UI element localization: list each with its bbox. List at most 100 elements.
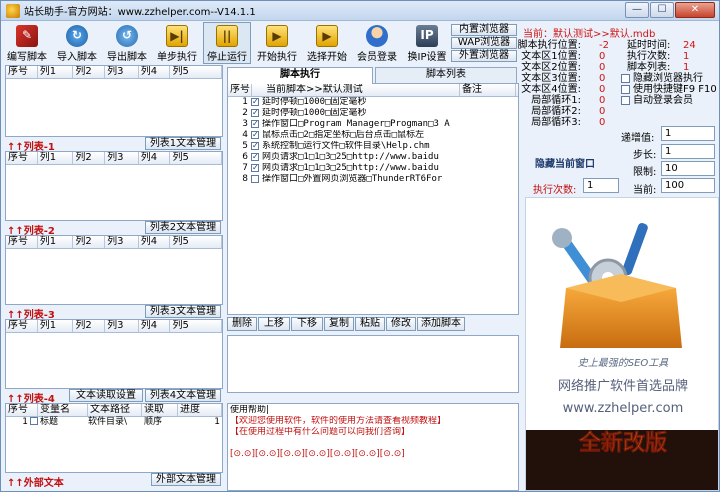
hide-browser-checkbox[interactable]: 隐藏浏览器执行 — [621, 73, 703, 84]
limit-label: 限制: — [633, 167, 657, 178]
window-title: 站长助手-官方网站：www.zzhelper.com--V14.1.1 — [24, 7, 256, 18]
edit-script-icon: ✎ — [16, 25, 38, 47]
text-read-settings-button[interactable]: 文本读取设置 — [69, 389, 143, 402]
step-run-button[interactable]: ▶| 单步执行 — [153, 22, 201, 64]
row-checkbox[interactable] — [251, 175, 259, 183]
current-input[interactable]: 100 — [661, 178, 715, 193]
list-1-manage-button[interactable]: 列表1文本管理 — [145, 137, 221, 150]
help-line: 【欢迎您使用软件，软件的使用方法请查看视频教程】 — [230, 416, 447, 426]
member-login-button[interactable]: 会员登录 — [353, 22, 401, 64]
wap-browser-button[interactable]: WAP浏览器 — [451, 37, 517, 49]
script-table[interactable]: 序号 当前脚本>>默认测试 备注 1延时停顿□1000□固定毫秒 2延时停顿□1… — [227, 83, 519, 315]
table-row[interactable]: 5系统控制□运行文件□软件目录\Help.chm — [228, 140, 518, 152]
current-label: 当前: — [633, 185, 657, 196]
maximize-button[interactable]: ☐ — [650, 2, 674, 18]
help-line — [230, 438, 516, 449]
step-input[interactable]: 1 — [661, 144, 715, 159]
builtin-browser-button[interactable]: 内置浏览器 — [451, 24, 517, 36]
row-checkbox[interactable] — [251, 96, 259, 107]
tab-script-exec[interactable]: 脚本执行 — [227, 67, 373, 84]
list-4-manage-button[interactable]: 列表4文本管理 — [145, 389, 221, 402]
table-row[interactable]: 1 标题 软件目录\ 顺序 1 — [6, 417, 222, 428]
start-button[interactable]: ▶ 开始执行 — [253, 22, 301, 64]
app-icon — [6, 3, 20, 18]
row-checkbox[interactable] — [251, 140, 259, 151]
script-panel: 脚本执行 脚本列表 序号 当前脚本>>默认测试 备注 1延时停顿□1000□固定… — [227, 67, 519, 393]
table-row[interactable]: 2延时停顿□1000□固定毫秒 — [228, 107, 518, 119]
list-panels: 序号 列1 列2 列3 列4 列5 ↑↑列表-1 列表1文本管理 序号 列1 列2 列3 列4 列5… — [5, 65, 223, 489]
ad-badge: 全新改版 — [578, 430, 667, 456]
row-checkbox[interactable] — [251, 162, 259, 173]
list-3-manage-button[interactable]: 列表3文本管理 — [145, 305, 221, 318]
title-bar[interactable]: 站长助手-官方网站：www.zzhelper.com--V14.1.1 — ☐ … — [1, 1, 719, 21]
export-script-button[interactable]: ↺ 导出脚本 — [103, 22, 151, 64]
hotkey-checkbox[interactable]: 使用快捷键F9 F10 — [621, 84, 717, 95]
table-row[interactable]: 8 操作窗口□外置网页浏览器□ThunderRT6For — [228, 174, 518, 185]
output-area[interactable] — [227, 335, 519, 393]
row-checkbox[interactable] — [251, 151, 259, 162]
limit-input[interactable]: 10 — [661, 161, 715, 176]
add-script-button[interactable]: 添加脚本 — [417, 317, 465, 331]
table-row[interactable]: 4鼠标点击□2□指定坐标□后台点击□鼠标左 — [228, 129, 518, 141]
play-icon: ▶ — [266, 25, 288, 47]
external-text-grid[interactable]: 序号 变量名 文本路径 读取 进度 1 标题 软件目录\ 顺序 1 — [5, 403, 223, 473]
import-script-button[interactable]: ↻ 导入脚本 — [53, 22, 101, 64]
current-script-label: 当前：默认测试>>默认.mdb — [523, 29, 656, 40]
increment-input[interactable]: 1 — [661, 126, 715, 141]
row-checkbox[interactable] — [30, 417, 38, 425]
modify-button[interactable]: 修改 — [386, 317, 416, 331]
browser-buttons: 内置浏览器 WAP浏览器 外置浏览器 — [451, 24, 517, 63]
move-down-button[interactable]: 下移 — [291, 317, 323, 331]
table-row[interactable]: 3操作窗口□Program Manager□Progman□3 A — [228, 118, 518, 130]
external-text-manage-button[interactable]: 外部文本管理 — [151, 473, 221, 486]
exec-count-input[interactable]: 1 — [583, 178, 619, 193]
select-start-icon: ▶ — [316, 25, 338, 47]
list-4-grid[interactable]: 序号 列1 列2 列3 列4 列5 — [5, 319, 223, 389]
delete-button[interactable]: 删除 — [227, 317, 257, 331]
main-window: 站长助手-官方网站：www.zzhelper.com--V14.1.1 — ☐ … — [0, 0, 720, 492]
list-2-manage-button[interactable]: 列表2文本管理 — [145, 221, 221, 234]
ad-slogan: 史上最强的SEO工具 — [578, 357, 670, 369]
close-button[interactable]: ✕ — [675, 2, 715, 18]
table-row[interactable]: 7网页请求□1□1□3□25□http://www.baidu — [228, 162, 518, 174]
step-icon: ▶| — [166, 25, 188, 47]
list-1-grid[interactable]: 序号 列1 列2 列3 列4 列5 — [5, 65, 223, 137]
list-3-grid[interactable]: 序号 列1 列2 列3 列4 列5 — [5, 235, 223, 305]
external-text-caption: ↑↑外部文本 — [7, 478, 64, 489]
user-icon — [366, 25, 388, 47]
help-text-area[interactable]: 使用帮助| 【欢迎您使用软件，软件的使用方法请查看视频教程】 【在使用过程中有什… — [227, 403, 519, 491]
step-label: 步长: — [633, 150, 657, 161]
status-panel: 脚本执行位置: -2 延时时间: 24 文本区1位置: 0 执行次数: 1 文本区2位置: 0… — [517, 40, 717, 128]
select-start-button[interactable]: ▶ 选择开始 — [303, 22, 351, 64]
help-title: 使用帮助| — [230, 405, 270, 415]
list-2-grid[interactable]: 序号 列1 列2 列3 列4 列5 — [5, 151, 223, 221]
pause-icon: || — [216, 25, 238, 47]
table-row[interactable]: 1延时停顿□1000□固定毫秒 — [228, 96, 518, 108]
help-line: [⊙.⊙][⊙.⊙][⊙.⊙][⊙.⊙][⊙.⊙][⊙.⊙][⊙.⊙] — [230, 449, 405, 459]
stop-button[interactable]: || 停止运行 — [203, 22, 251, 64]
row-checkbox[interactable] — [251, 118, 259, 129]
increment-label: 递增值: — [621, 133, 655, 144]
external-browser-button[interactable]: 外置浏览器 — [451, 50, 517, 62]
help-line: 【在使用过程中有什么问题可以向我们咨询】 — [230, 427, 411, 437]
paste-button[interactable]: 粘贴 — [355, 317, 385, 331]
minimize-button[interactable]: — — [625, 2, 649, 18]
import-icon: ↻ — [66, 25, 88, 47]
auto-login-checkbox[interactable]: 自动登录会员 — [621, 95, 693, 106]
toolbar: ✎ 编写脚本 ↻ 导入脚本 ↺ 导出脚本 ▶| 单步执行 || 停止运行 ▶ 开… — [3, 22, 453, 64]
hide-window-button[interactable]: 隐藏当前窗口 — [535, 155, 595, 170]
toolbox-illustration: 史上最强的SEO工具 网络推广软件首选品牌 www.zzhelper.com 全… — [526, 198, 718, 490]
copy-button[interactable]: 复制 — [324, 317, 354, 331]
write-script-button[interactable]: ✎ 编写脚本 — [3, 22, 51, 64]
ad-brand: 网络推广软件首选品牌 — [558, 378, 688, 394]
ip-settings-button[interactable]: IP 换IP设置 — [403, 22, 451, 64]
tab-script-list[interactable]: 脚本列表 — [375, 67, 517, 83]
ip-icon: IP — [416, 25, 438, 47]
advertisement-banner[interactable]: 史上最强的SEO工具 网络推广软件首选品牌 www.zzhelper.com 全… — [525, 197, 719, 491]
row-checkbox[interactable] — [251, 107, 259, 118]
row-checkbox[interactable] — [251, 129, 259, 140]
exec-count-label: 执行次数: — [533, 185, 577, 196]
export-icon: ↺ — [116, 25, 138, 47]
table-row[interactable]: 6网页请求□1□1□3□25□http://www.baidu — [228, 151, 518, 163]
move-up-button[interactable]: 上移 — [258, 317, 290, 331]
